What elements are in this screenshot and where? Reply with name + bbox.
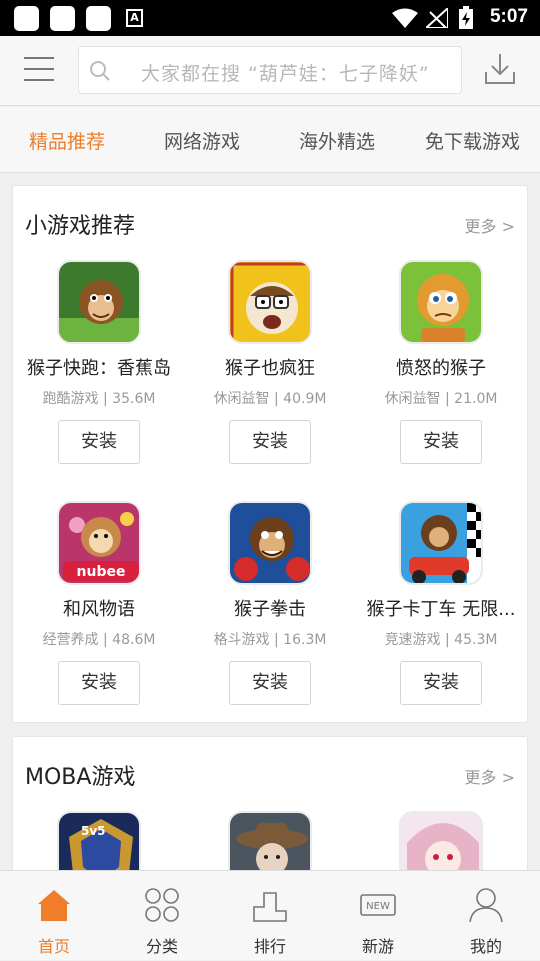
category-tabs: 精品推荐 网络游戏 海外精选 免下载游戏 bbox=[0, 107, 540, 173]
clock: 5:07 bbox=[489, 6, 528, 27]
moba-5v5-icon: 5v5 bbox=[57, 811, 141, 875]
angry-monkey-icon bbox=[399, 260, 483, 344]
download-icon[interactable] bbox=[484, 52, 516, 86]
svg-text:nubee: nubee bbox=[77, 564, 126, 580]
tab-overseas[interactable]: 海外精选 bbox=[299, 127, 375, 154]
new-games-icon: NEW bbox=[360, 894, 396, 916]
install-button[interactable]: 安装 bbox=[58, 661, 140, 705]
home-icon bbox=[38, 890, 70, 921]
battery-charging-icon bbox=[459, 6, 473, 29]
nav-label: 排行 bbox=[253, 937, 286, 956]
app-item[interactable]: 猴子卡丁车 无限... 竞速游戏 | 45.3M 安装 bbox=[356, 501, 526, 705]
search-input[interactable]: 大家都在搜 “葫芦娃：七子降妖” bbox=[78, 46, 462, 94]
a-badge-icon: A bbox=[126, 9, 143, 27]
nav-label: 新游 bbox=[361, 937, 394, 956]
notification-icon bbox=[14, 6, 39, 31]
notification-icon bbox=[86, 6, 111, 31]
install-button[interactable]: 安装 bbox=[400, 661, 482, 705]
header: 大家都在搜 “葫芦娃：七子降妖” bbox=[0, 36, 540, 106]
boxing-monkey-icon bbox=[228, 501, 312, 585]
app-item[interactable]: nubee 和风物语 经营养成 | 48.6M 安装 bbox=[14, 501, 184, 705]
category-icon bbox=[145, 888, 179, 922]
app-item[interactable]: 猴子拳击 格斗游戏 | 16.3M 安装 bbox=[185, 501, 355, 705]
app-meta: 跑酷游戏 | 35.6M bbox=[42, 391, 156, 407]
ranking-icon bbox=[253, 892, 287, 922]
install-button[interactable]: 安装 bbox=[229, 420, 311, 464]
nav-ranking[interactable]: 排行 bbox=[216, 871, 324, 961]
app-name: 猴子拳击 bbox=[234, 599, 306, 620]
app-meta: 休闲益智 | 40.9M bbox=[213, 391, 327, 407]
app-item[interactable]: 猴子也疯狂 休闲益智 | 40.9M 安装 bbox=[185, 260, 355, 464]
svg-text:5v5: 5v5 bbox=[81, 824, 106, 838]
moba-pink-hair-icon bbox=[399, 811, 483, 875]
crazy-monkey-icon bbox=[228, 260, 312, 344]
more-link[interactable]: 更多 > bbox=[465, 764, 516, 788]
notification-icon bbox=[50, 6, 75, 31]
moba-games-card: MOBA游戏 更多 > 5v5 bbox=[12, 736, 528, 876]
app-name: 猴子也疯狂 bbox=[225, 358, 315, 379]
more-link[interactable]: 更多 > bbox=[465, 213, 516, 237]
app-name: 愤怒的猴子 bbox=[396, 358, 486, 379]
nav-category[interactable]: 分类 bbox=[108, 871, 216, 961]
nubee-monkey-icon: nubee bbox=[57, 501, 141, 585]
app-item[interactable]: 5v5 bbox=[14, 811, 184, 875]
mini-games-card: 小游戏推荐 更多 > 猴子快跑：香蕉岛 跑酷游戏 | 35.6M 安装 猴子也疯… bbox=[12, 185, 528, 723]
nav-label: 分类 bbox=[145, 937, 178, 956]
install-button[interactable]: 安装 bbox=[400, 420, 482, 464]
app-item[interactable] bbox=[185, 811, 355, 875]
app-meta: 竞速游戏 | 45.3M bbox=[384, 632, 498, 648]
tab-online-games[interactable]: 网络游戏 bbox=[164, 127, 240, 154]
app-name: 猴子快跑：香蕉岛 bbox=[27, 358, 171, 379]
app-item[interactable]: 猴子快跑：香蕉岛 跑酷游戏 | 35.6M 安装 bbox=[14, 260, 184, 464]
search-placeholder: 大家都在搜 “葫芦娃：七子降妖” bbox=[141, 63, 430, 85]
app-name: 和风物语 bbox=[63, 599, 135, 620]
app-meta: 经营养成 | 48.6M bbox=[42, 632, 156, 648]
status-bar: A 5:07 bbox=[0, 0, 540, 36]
monkey-run-icon bbox=[57, 260, 141, 344]
nav-new-games[interactable]: NEW 新游 bbox=[324, 871, 432, 961]
tab-no-download[interactable]: 免下载游戏 bbox=[425, 127, 520, 154]
bottom-nav: 首页 分类 排行 NEW 新游 我的 bbox=[0, 870, 540, 960]
nav-home[interactable]: 首页 bbox=[0, 871, 108, 961]
wifi-icon bbox=[392, 8, 418, 28]
kart-monkey-icon bbox=[399, 501, 483, 585]
app-item[interactable] bbox=[356, 811, 526, 875]
app-meta: 格斗游戏 | 16.3M bbox=[213, 632, 327, 648]
section-title: 小游戏推荐 bbox=[25, 214, 136, 239]
install-button[interactable]: 安装 bbox=[58, 420, 140, 464]
nav-label: 首页 bbox=[37, 937, 70, 956]
svg-text:NEW: NEW bbox=[366, 901, 390, 912]
nav-label: 我的 bbox=[469, 937, 502, 956]
profile-icon bbox=[469, 888, 503, 923]
no-signal-icon bbox=[426, 8, 448, 28]
app-item[interactable]: 愤怒的猴子 休闲益智 | 21.0M 安装 bbox=[356, 260, 526, 464]
app-meta: 休闲益智 | 21.0M bbox=[384, 391, 498, 407]
moba-girl-hat-icon bbox=[228, 811, 312, 875]
nav-profile[interactable]: 我的 bbox=[432, 871, 540, 961]
search-icon bbox=[90, 61, 110, 81]
install-button[interactable]: 安装 bbox=[229, 661, 311, 705]
section-title: MOBA游戏 bbox=[25, 765, 136, 790]
app-name: 猴子卡丁车 无限... bbox=[366, 599, 516, 620]
tab-featured[interactable]: 精品推荐 bbox=[29, 127, 105, 154]
menu-icon[interactable] bbox=[24, 57, 54, 85]
